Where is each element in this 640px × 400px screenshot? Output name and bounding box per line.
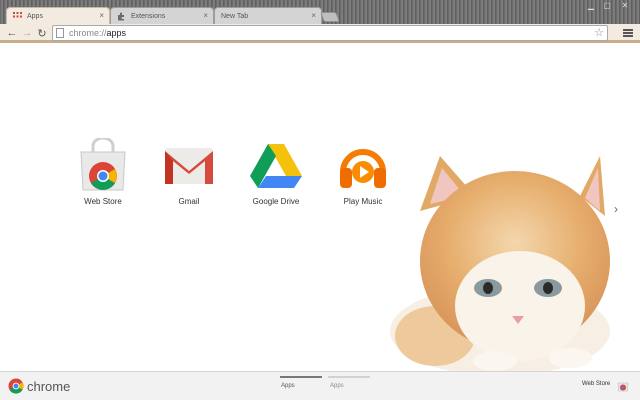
tab-close-icon[interactable]: × [311,11,316,20]
window-frame: ▁ ▢ ✕ Apps × Extensions × New Tab × [0,0,640,24]
page-label[interactable]: Apps [281,383,295,389]
page-icon [56,28,64,38]
minimize-icon[interactable]: ▁ [584,0,598,10]
web-store-icon [75,136,131,194]
new-tab-button[interactable] [320,12,340,22]
address-bar[interactable]: chrome://apps ☆ [52,25,608,41]
page-indicator-active[interactable] [280,376,322,378]
tab-apps[interactable]: Apps × [6,7,110,24]
close-window-icon[interactable]: ✕ [618,0,632,10]
web-store-link[interactable]: Web Store [582,381,610,387]
app-label: Web Store [84,197,122,206]
hamburger-menu-icon[interactable] [622,27,634,39]
play-music-icon [335,138,391,194]
tab-new-tab[interactable]: New Tab × [214,7,322,24]
web-store-small-icon[interactable] [617,380,629,392]
apps-page: Web Store Gmail Google Drive Play Music … [0,46,640,371]
gmail-icon [161,138,217,194]
tab-extensions[interactable]: Extensions × [110,7,214,24]
tab-label: New Tab [221,12,249,20]
chrome-logo: chrome [8,378,70,394]
app-web-store[interactable]: Web Store [68,136,138,206]
next-page-chevron-icon[interactable]: › [614,202,618,216]
chrome-logo-icon [8,378,24,394]
app-label: Play Music [343,197,383,206]
app-play-music[interactable]: Play Music [328,138,398,206]
tab-close-icon[interactable]: × [99,11,104,20]
chrome-brand-text: chrome [27,378,71,394]
tab-label: Apps [27,12,43,20]
app-label: Google Drive [252,197,300,206]
page-indicator[interactable] [328,376,370,378]
url-scheme: chrome:// [69,28,107,38]
bookmark-star-icon[interactable]: ☆ [594,26,604,39]
app-google-drive[interactable]: Google Drive [241,138,311,206]
toolbar: ← → ↻ chrome://apps ☆ [0,24,640,43]
tab-label: Extensions [131,12,166,20]
app-label: Gmail [178,197,200,206]
url-host: apps [106,28,127,38]
maximize-icon[interactable]: ▢ [600,0,614,10]
google-drive-icon [248,138,304,194]
forward-arrow-icon[interactable]: → [20,26,34,40]
back-arrow-icon[interactable]: ← [5,26,19,40]
bottom-bar: chrome Apps Apps Web Store [0,371,640,400]
app-gmail[interactable]: Gmail [154,138,224,206]
page-label[interactable]: Apps [330,383,344,389]
puzzle-icon [117,12,126,21]
apps-grid-icon [13,11,22,21]
reload-icon[interactable]: ↻ [35,26,49,40]
tab-close-icon[interactable]: × [203,11,208,20]
kitten-theme-image [390,156,610,371]
